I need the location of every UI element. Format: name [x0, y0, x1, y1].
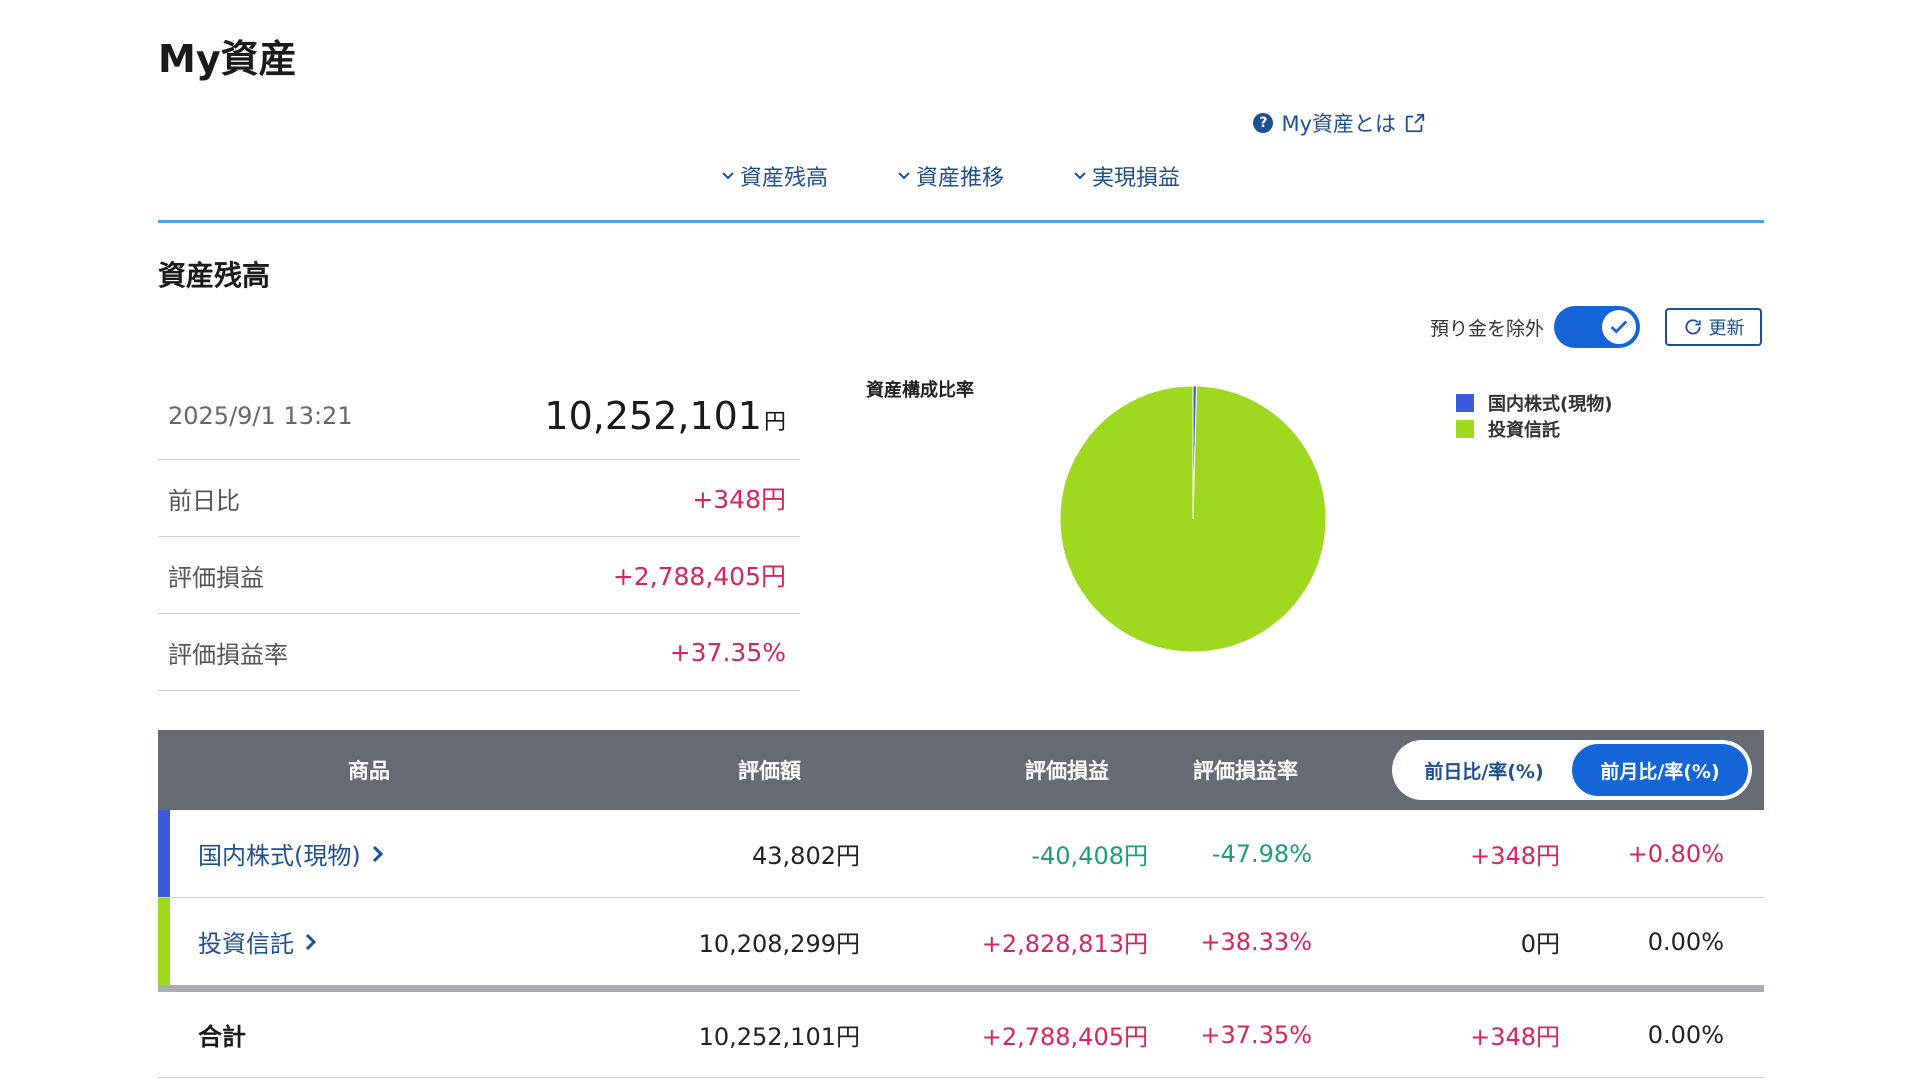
section-anchor-nav: 資産残高 資産推移 実現損益: [720, 160, 1180, 192]
total-label: 合計: [198, 1023, 246, 1051]
summary-row-label: 評価損益率: [168, 640, 288, 669]
summary-row-value: +2,788,405円: [612, 562, 786, 591]
summary-datetime: 2025/9/1 13:21: [168, 401, 353, 430]
exclude-deposit-toggle[interactable]: [1554, 306, 1641, 348]
table-row: 投資信託 10,208,299円 +2,828,813円 +38.33% 0円 …: [158, 898, 1764, 985]
chevron-right-icon: [305, 933, 317, 950]
anchor-label: 資産推移: [916, 166, 1005, 191]
summary-total: 10,252,101円: [544, 394, 786, 438]
total-pl-rate: +37.35%: [1200, 1020, 1312, 1049]
change-cell: 0円: [1520, 930, 1560, 958]
legend-item: 投資信託: [1456, 416, 1612, 442]
summary-row-value: +348円: [692, 485, 786, 514]
total-pl: +2,788,405円: [981, 1023, 1148, 1051]
product-link[interactable]: 投資信託: [198, 898, 318, 985]
row-color-bar: [158, 810, 170, 897]
toggle-label: 預り金を除外: [1430, 317, 1545, 340]
summary-row-value: +37.35%: [669, 637, 786, 667]
composition-legend: 国内株式(現物) 投資信託: [1456, 390, 1612, 442]
question-icon: ?: [1253, 113, 1274, 133]
anchor-label: 資産残高: [740, 166, 829, 191]
chevron-down-icon: [898, 172, 910, 180]
table-header: 商品 評価額 評価損益 評価損益率 前日比/率(%) 前月比/率(%): [158, 730, 1764, 810]
refresh-button[interactable]: 更新: [1665, 308, 1762, 346]
holdings-table: 商品 評価額 評価損益 評価損益率 前日比/率(%) 前月比/率(%) 国内株式…: [158, 730, 1764, 1078]
composition-chart-title: 資産構成比率: [866, 380, 974, 401]
summary-total-value: 10,252,101: [544, 393, 762, 438]
check-icon: [1610, 320, 1628, 334]
total-separator: [158, 985, 1764, 992]
total-change: +348円: [1470, 1023, 1560, 1051]
summary-row: 評価損益率 +37.35%: [158, 614, 800, 691]
valuation-cell: 43,802円: [752, 842, 860, 870]
legend-label: 国内株式(現物): [1488, 394, 1613, 415]
pl-rate-cell: -47.98%: [1211, 839, 1312, 868]
product-name: 投資信託: [198, 930, 294, 958]
summary-total-unit: 円: [763, 409, 786, 435]
header-valuation: 評価額: [738, 759, 801, 783]
summary-row: 評価損益 +2,788,405円: [158, 537, 800, 614]
chevron-down-icon: [1074, 172, 1086, 180]
change-period-toggle: 前日比/率(%) 前月比/率(%): [1392, 740, 1752, 800]
summary-row-label: 評価損益: [168, 563, 264, 592]
header-product: 商品: [348, 759, 390, 783]
valuation-cell: 10,208,299円: [698, 930, 860, 958]
daily-change-tab[interactable]: 前日比/率(%): [1396, 744, 1572, 796]
summary-row: 前日比 +348円: [158, 460, 800, 537]
page-title: My資産: [158, 37, 297, 81]
section-title: 資産残高: [158, 259, 271, 292]
total-valuation: 10,252,101円: [698, 1023, 860, 1051]
pie-slice-investment-trust: [1059, 385, 1327, 653]
pl-cell: +2,828,813円: [981, 930, 1148, 958]
exclude-deposit-toggle-group: 預り金を除外: [1430, 306, 1641, 348]
help-link[interactable]: ? My資産とは: [1253, 108, 1426, 138]
total-row: 合計 10,252,101円 +2,788,405円 +37.35% +348円…: [158, 992, 1764, 1078]
legend-label: 投資信託: [1488, 420, 1560, 441]
composition-pie-chart: [1059, 385, 1327, 653]
product-name: 国内株式(現物): [198, 842, 361, 870]
total-change-rate: 0.00%: [1647, 1020, 1724, 1049]
pl-cell: -40,408円: [1031, 842, 1148, 870]
summary-row-label: 前日比: [168, 486, 240, 515]
header-pl-rate: 評価損益率: [1193, 759, 1298, 783]
legend-item: 国内株式(現物): [1456, 390, 1612, 416]
toggle-knob: [1602, 310, 1637, 344]
anchor-asset-trend[interactable]: 資産推移: [896, 160, 1004, 192]
refresh-icon: [1684, 319, 1701, 335]
change-rate-cell: 0.00%: [1647, 927, 1724, 956]
divider: [158, 220, 1764, 223]
chevron-right-icon: [372, 845, 383, 862]
anchor-realized-pl[interactable]: 実現損益: [1072, 160, 1180, 192]
balance-summary: 2025/9/1 13:21 10,252,101円 前日比 +348円 評価損…: [158, 372, 800, 691]
chevron-down-icon: [722, 172, 734, 180]
external-link-icon: [1405, 113, 1425, 133]
table-row: 国内株式(現物) 43,802円 -40,408円 -47.98% +348円 …: [158, 810, 1764, 898]
legend-swatch: [1456, 394, 1474, 412]
anchor-label: 実現損益: [1092, 166, 1181, 191]
row-color-bar: [158, 898, 170, 985]
refresh-label: 更新: [1708, 318, 1745, 339]
anchor-asset-balance[interactable]: 資産残高: [720, 160, 828, 192]
legend-swatch: [1456, 420, 1474, 438]
summary-total-row: 2025/9/1 13:21 10,252,101円: [158, 372, 800, 460]
help-link-label: My資産とは: [1281, 112, 1396, 136]
product-link[interactable]: 国内株式(現物): [198, 810, 385, 897]
monthly-change-tab[interactable]: 前月比/率(%): [1572, 744, 1748, 796]
header-pl: 評価損益: [1025, 759, 1109, 783]
pl-rate-cell: +38.33%: [1200, 927, 1312, 956]
change-cell: +348円: [1470, 842, 1560, 870]
change-rate-cell: +0.80%: [1627, 839, 1724, 868]
